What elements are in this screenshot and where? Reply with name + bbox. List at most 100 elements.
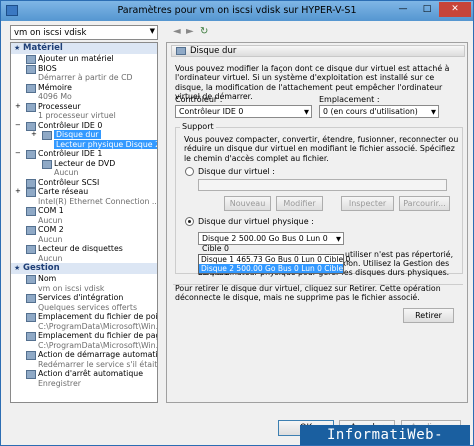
- settings-tree: ★ Matériel Ajouter un matériel BIOS Démarr…: [10, 42, 158, 403]
- panel-title: Disque dur: [190, 46, 237, 56]
- dvd-drive-icon: [42, 159, 52, 169]
- collapse-icon[interactable]: ★: [14, 43, 23, 54]
- tree-item-sub: Redémarrer le service s'il était ...: [38, 359, 158, 369]
- tree-item-label: Carte réseau: [38, 187, 89, 196]
- tree-item-hard-disk[interactable]: + Disque dur Lecteur physique Disque 2: [11, 130, 157, 149]
- physical-disk-radio[interactable]: [185, 217, 194, 226]
- back-arrow-icon[interactable]: ◄: [173, 26, 181, 37]
- tree-item-paging-location[interactable]: Emplacement du fichier de pagi... C:\Prog…: [11, 331, 157, 350]
- floppy-icon: [26, 245, 36, 254]
- category-hardware-label: Matériel: [23, 43, 63, 53]
- physical-disk-select[interactable]: Disque 2 500.00 Go Bus 0 Lun 0 Cible 0 ▼: [198, 232, 344, 253]
- tree-item-sub: C:\ProgramData\Microsoft\Win...: [38, 321, 158, 331]
- chevron-down-icon: ▼: [431, 108, 436, 116]
- tree-item-label: Action de démarrage automatique: [38, 350, 158, 359]
- tree-item-com2[interactable]: COM 2 Aucun: [11, 225, 157, 244]
- chevron-down-icon: ▼: [304, 108, 309, 116]
- hard-disk-icon: [176, 47, 186, 55]
- controller-select[interactable]: Contrôleur IDE 0 ▼: [175, 105, 312, 118]
- location-value: 0 (en cours d'utilisation): [323, 107, 418, 116]
- tree-item-sub: vm on iscsi vdisk: [38, 283, 105, 293]
- physical-disk-dropdown: Disque 1 465.73 Go Bus 0 Lun 0 Cible 0 D…: [198, 254, 350, 274]
- vhd-radio-label: Disque dur virtuel :: [198, 167, 275, 176]
- physical-disk-label: Disque dur virtuel physique :: [198, 217, 314, 226]
- location-label: Emplacement :: [319, 95, 380, 104]
- remove-button[interactable]: Retirer: [403, 308, 454, 323]
- tree-item-checkpoint-location[interactable]: Emplacement du fichier de point...C:\Pro…: [11, 312, 157, 331]
- category-management[interactable]: ★ Gestion: [11, 263, 157, 274]
- tree-item-ide0[interactable]: − Contrôleur IDE 0: [11, 121, 157, 131]
- controller-value: Contrôleur IDE 0: [179, 107, 244, 116]
- site-watermark: InformatiWeb-Pro.net: [300, 425, 470, 445]
- forward-arrow-icon[interactable]: ►: [186, 26, 194, 37]
- tree-item-label: Action d'arrêt automatique: [38, 369, 144, 378]
- vm-select[interactable]: vm on iscsi vdisk ▼: [10, 25, 158, 40]
- tree-item-label: BIOS: [38, 63, 57, 73]
- tree-item-sub: Aucun: [38, 234, 63, 244]
- tree-item-com1[interactable]: COM 1 Aucun: [11, 206, 157, 225]
- support-label: Support: [180, 122, 216, 131]
- tree-item-label: Processeur: [38, 101, 81, 111]
- name-icon: [26, 275, 36, 284]
- category-management-label: Gestion: [23, 263, 60, 273]
- tree-item-sub: Aucun: [54, 168, 79, 177]
- chevron-down-icon: ▼: [336, 235, 341, 243]
- tree-item-scsi[interactable]: Contrôleur SCSI: [11, 178, 157, 188]
- category-hardware[interactable]: ★ Matériel: [11, 43, 157, 54]
- tree-item-label: Emplacement du fichier de point...: [38, 312, 158, 321]
- processor-icon: [26, 102, 36, 112]
- tree-item-dvd[interactable]: Lecteur de DVD Aucun: [11, 159, 157, 178]
- new-button[interactable]: Nouveau: [224, 196, 271, 211]
- inspect-button[interactable]: Inspecter: [341, 196, 394, 211]
- tree-item-sub: Démarrer à partir de CD: [38, 73, 133, 82]
- tree-item-memory[interactable]: Mémoire 4096 Mo: [11, 83, 157, 102]
- collapse-icon[interactable]: ★: [14, 263, 23, 274]
- tree-item-bios[interactable]: BIOS Démarrer à partir de CD: [11, 64, 157, 83]
- maximize-button[interactable]: □: [415, 2, 439, 17]
- folder-icon: [26, 332, 36, 341]
- close-button[interactable]: ✕: [439, 2, 471, 17]
- tree-item-label: Emplacement du fichier de pagi...: [38, 331, 158, 340]
- vm-select-value: vm on iscsi vdisk: [14, 28, 87, 38]
- expand-icon[interactable]: +: [31, 130, 37, 140]
- vhd-path-field[interactable]: [198, 179, 447, 191]
- edit-button[interactable]: Modifier: [276, 196, 323, 211]
- controller-label: Contrôleur :: [175, 95, 223, 104]
- tree-item-label: Mémoire: [38, 82, 72, 92]
- tree-item-sub: Aucun: [38, 253, 63, 263]
- com-port-icon: [26, 226, 36, 235]
- tree-item-auto-start[interactable]: Action de démarrage automatiqueRedémarre…: [11, 350, 157, 369]
- memory-icon: [26, 83, 36, 93]
- location-select[interactable]: 0 (en cours d'utilisation) ▼: [319, 105, 439, 118]
- minimize-button[interactable]: —: [391, 2, 415, 17]
- nav-toolbar: ◄ ► ↻: [169, 25, 229, 41]
- refresh-icon[interactable]: ↻: [200, 26, 208, 37]
- physical-note-line1: utiliser n'est pas répertorié,: [345, 250, 454, 259]
- tree-item-add-hardware[interactable]: Ajouter un matériel: [11, 54, 157, 64]
- auto-stop-icon: [26, 370, 36, 379]
- folder-icon: [26, 313, 36, 322]
- settings-window: Paramètres pour vm on iscsi vdisk sur HY…: [0, 0, 474, 446]
- expand-icon[interactable]: +: [15, 102, 21, 112]
- hard-disk-icon: [42, 131, 52, 140]
- dropdown-option[interactable]: Disque 1 465.73 Go Bus 0 Lun 0 Cible 0: [199, 255, 350, 264]
- remove-text: Pour retirer le disque dur virtuel, cliq…: [175, 284, 441, 303]
- vhd-radio[interactable]: [185, 167, 194, 176]
- collapse-icon[interactable]: −: [15, 149, 21, 159]
- tree-item-label: Contrôleur SCSI: [38, 177, 100, 187]
- tree-item-auto-stop[interactable]: Action d'arrêt automatique Enregistrer: [11, 369, 157, 388]
- com-port-icon: [26, 207, 36, 216]
- tree-item-network[interactable]: + Carte réseau Intel(R) Ethernet Connectio…: [11, 187, 157, 206]
- expand-icon[interactable]: +: [15, 187, 21, 197]
- dropdown-option-selected[interactable]: Disque 2 500.00 Go Bus 0 Lun 0 Cible 0: [199, 264, 350, 273]
- bios-icon: [26, 64, 36, 74]
- tree-item-sub: 4096 Mo: [38, 92, 72, 101]
- tree-item-ide1[interactable]: − Contrôleur IDE 1: [11, 149, 157, 159]
- browse-button[interactable]: Parcourir...: [399, 196, 450, 211]
- tree-item-integration[interactable]: Services d'intégration Quelques services …: [11, 293, 157, 312]
- tree-item-name[interactable]: Nom vm on iscsi vdisk: [11, 274, 157, 293]
- collapse-icon[interactable]: −: [15, 121, 21, 131]
- tree-item-floppy[interactable]: Lecteur de disquettes Aucun: [11, 244, 157, 263]
- title-bar: Paramètres pour vm on iscsi vdisk sur HY…: [1, 1, 473, 21]
- tree-item-processor[interactable]: + Processeur 1 processeur virtuel: [11, 102, 157, 121]
